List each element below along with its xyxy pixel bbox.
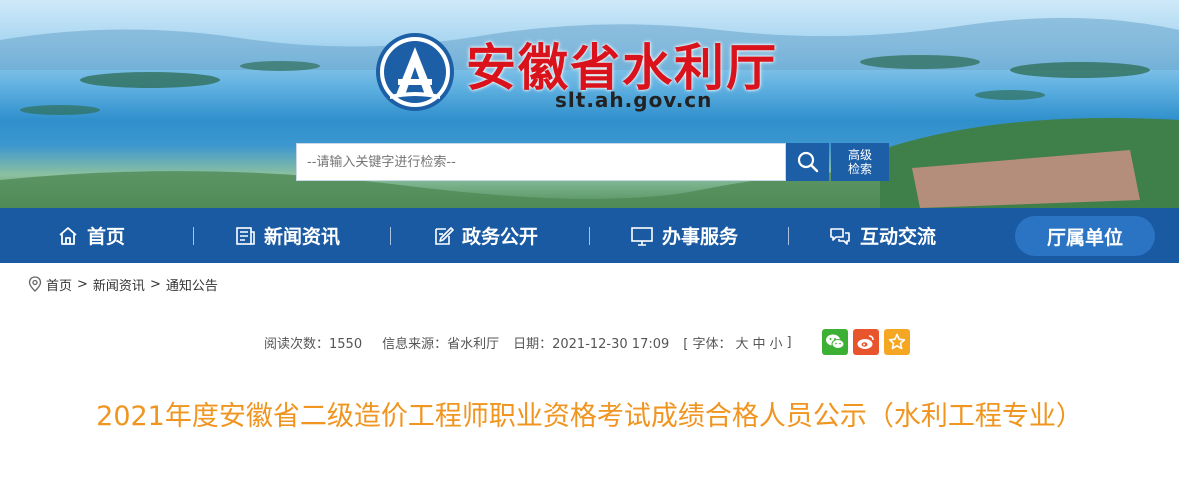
breadcrumb-news-link[interactable]: 新闻资讯 (93, 275, 145, 294)
nav-divider (193, 227, 194, 245)
site-logo[interactable] (376, 33, 454, 111)
view-count: 阅读次数：1550 (264, 336, 363, 352)
nav-label: 互动交流 (860, 226, 937, 248)
search-box (296, 143, 786, 181)
nav-item-government-affairs[interactable]: 政务公开 (432, 208, 538, 263)
font-size-bracket: ] (786, 334, 792, 350)
breadcrumb-separator: > (149, 276, 161, 292)
font-size-large[interactable]: 大 (735, 333, 748, 352)
nav-item-home[interactable]: 首页 (57, 208, 125, 263)
info-source: 信息来源：省水利厅 (382, 336, 500, 352)
article-meta: 阅读次数：1550 信息来源：省水利厅 日期：2021-12-30 17:09 … (264, 332, 792, 352)
advanced-search-button[interactable]: 高级检索 (831, 143, 889, 181)
nav-divider (788, 227, 789, 245)
main-nav: 首页 新闻资讯 政务公开 办事服务 互动交流 厅属单位 (0, 208, 1179, 263)
favorite-icon (888, 333, 906, 350)
search-input[interactable] (297, 144, 785, 180)
nav-label: 新闻资讯 (264, 226, 341, 248)
font-size-medium[interactable]: 中 (753, 333, 766, 352)
share-favorite-button[interactable] (884, 329, 910, 355)
breadcrumb-notice-link[interactable]: 通知公告 (166, 275, 218, 294)
font-size-label: [ 字体： (683, 336, 732, 352)
share-weibo-button[interactable] (853, 329, 879, 355)
edit-icon (432, 225, 454, 247)
advanced-search-label: 高级检索 (847, 148, 872, 176)
nav-label: 首页 (87, 226, 126, 248)
font-size-small[interactable]: 小 (770, 333, 783, 352)
breadcrumb-home-link[interactable]: 首页 (46, 275, 72, 294)
site-domain: slt.ah.gov.cn (555, 88, 713, 112)
nav-item-affiliated-units[interactable]: 厅属单位 (1015, 216, 1155, 256)
wechat-icon (826, 334, 845, 349)
weibo-icon (857, 335, 874, 349)
monitor-icon (630, 225, 654, 247)
nav-item-news[interactable]: 新闻资讯 (234, 208, 340, 263)
header-banner: 安徽省水利厅 slt.ah.gov.cn 高级检索 (0, 0, 1179, 208)
location-pin-icon (28, 276, 42, 292)
nav-label: 办事服务 (662, 226, 739, 248)
search-icon (797, 151, 818, 173)
nav-label: 厅属单位 (1046, 226, 1123, 249)
search-button[interactable] (786, 143, 829, 181)
article-title: 2021年度安徽省二级造价工程师职业资格考试成绩合格人员公示（水利工程专业） (96, 401, 1083, 432)
chat-icon (828, 225, 852, 247)
nav-label: 政务公开 (462, 226, 539, 248)
publish-date: 日期：2021-12-30 17:09 (513, 336, 670, 352)
nav-item-services[interactable]: 办事服务 (630, 208, 738, 263)
home-icon (57, 225, 79, 247)
nav-divider (390, 227, 391, 245)
share-wechat-button[interactable] (822, 329, 848, 355)
nav-item-interaction[interactable]: 互动交流 (828, 208, 936, 263)
nav-divider (589, 227, 590, 245)
breadcrumb: 首页 > 新闻资讯 > 通知公告 (28, 274, 218, 294)
news-icon (234, 225, 256, 247)
breadcrumb-separator: > (77, 276, 88, 292)
